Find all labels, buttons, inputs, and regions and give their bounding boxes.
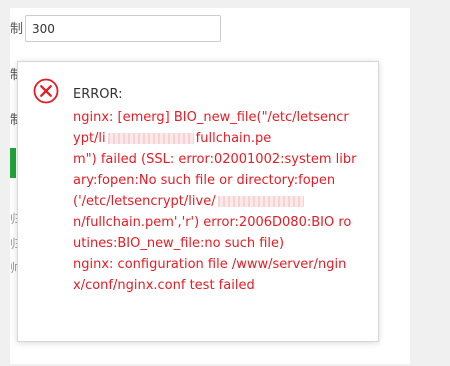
- error-line-end: fullchain.pe: [195, 131, 272, 146]
- error-line-start: ypt/li: [73, 131, 106, 146]
- limit-input[interactable]: [25, 15, 221, 42]
- field-label: 制: [10, 22, 24, 37]
- error-line: ('/etc/letsencrypt/live/: [73, 191, 373, 212]
- error-line: ypt/li fullchain.pe: [73, 128, 373, 149]
- redacted-text: [107, 133, 194, 144]
- dialog-title: ERROR:: [73, 87, 123, 102]
- close-circle-icon: [33, 78, 59, 104]
- error-line: nginx: configuration file /www/server/ng…: [73, 257, 347, 272]
- error-line: n/fullchain.pem','r') error:2006D080:BIO…: [73, 215, 352, 230]
- save-button[interactable]: [10, 148, 16, 178]
- error-line: ary:fopen:No such file or directory:fope…: [73, 173, 336, 188]
- error-line: nginx: [emerg] BIO_new_file("/etc/letsen…: [73, 110, 349, 125]
- error-line: utines:BIO_new_file:no such file): [73, 236, 285, 251]
- error-line: x/conf/nginx.conf test failed: [73, 278, 255, 293]
- error-dialog: ERROR: nginx: [emerg] BIO_new_file("/etc…: [17, 61, 379, 342]
- error-line: m") failed (SSL: error:02001002:system l…: [73, 152, 357, 167]
- error-message: nginx: [emerg] BIO_new_file("/etc/letsen…: [73, 107, 373, 296]
- error-line-start: ('/etc/letsencrypt/live/: [73, 194, 216, 209]
- redacted-text: [217, 196, 304, 207]
